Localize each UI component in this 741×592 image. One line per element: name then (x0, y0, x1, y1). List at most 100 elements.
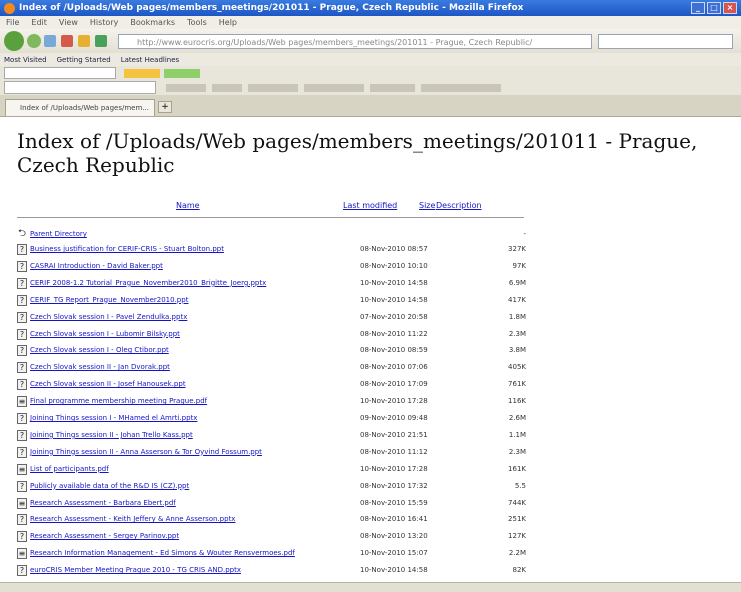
document-file-icon: ? (17, 514, 27, 526)
file-modified-date: 08-Nov-2010 11:22 (360, 329, 428, 338)
file-modified-date: 08-Nov-2010 17:09 (360, 380, 428, 389)
home-icon[interactable] (78, 35, 90, 47)
file-link[interactable]: Research Assessment - Barbara Ebert.pdf (30, 499, 176, 507)
minimize-button[interactable]: _ (691, 2, 705, 14)
file-link[interactable]: Publicly available data of the R&D IS (C… (30, 482, 189, 490)
document-file-icon: ? (17, 413, 27, 424)
firefox-icon (4, 2, 15, 14)
file-size: 1.1M (508, 430, 526, 439)
document-file-icon: ? (17, 429, 27, 441)
document-file-icon: ? (17, 294, 27, 306)
file-modified-date: 10-Nov-2010 14:58 (360, 566, 428, 575)
file-link[interactable]: Research Information Management - Ed Sim… (30, 549, 295, 557)
column-header-size[interactable]: Size (419, 201, 435, 210)
parent-directory-link[interactable]: Parent Directory (30, 230, 87, 238)
stop-icon[interactable] (61, 35, 73, 47)
bookmarks-toolbar: Most Visited Getting Started Latest Head… (0, 53, 741, 66)
file-link[interactable]: CASRAI Introduction - David Baker.ppt (30, 262, 163, 270)
file-link[interactable]: Research Assessment - Sergey Parinov.ppt (30, 532, 179, 540)
toolbar-item[interactable] (370, 83, 415, 92)
file-link[interactable]: Final programme membership meeting Pragu… (30, 397, 207, 405)
file-modified-date: 08-Nov-2010 11:12 (360, 447, 428, 456)
file-size: 2.3M (508, 447, 526, 456)
file-size: 97K (512, 261, 527, 270)
google-search-field[interactable] (4, 81, 156, 94)
document-file-icon: ? (17, 446, 27, 458)
file-modified-date: 08-Nov-2010 10:10 (360, 261, 428, 270)
window-titlebar: Index of /Uploads/Web pages/members_meet… (0, 0, 741, 16)
toolbar-item[interactable] (212, 83, 242, 92)
column-header-name[interactable]: Name (176, 201, 200, 210)
menu-history[interactable]: History (90, 18, 118, 27)
addon-toolbar (0, 66, 741, 80)
file-link[interactable]: CERIF 2008-1.2 Tutorial_Prague_November2… (30, 279, 266, 287)
toolbar-search-field[interactable] (4, 67, 116, 79)
page-content: Index of /Uploads/Web pages/members_meet… (0, 117, 741, 591)
file-size: 5.5 (514, 481, 526, 490)
menu-file[interactable]: File (6, 18, 19, 27)
file-size: 1.8M (508, 312, 526, 321)
document-file-icon: ? (17, 362, 27, 374)
file-link[interactable]: List of participants.pdf (30, 465, 109, 473)
document-file-icon: ? (17, 379, 27, 391)
pdf-file-icon: ≡ (17, 396, 27, 408)
file-size: 3.8M (508, 346, 526, 355)
close-button[interactable]: × (723, 2, 737, 14)
toolbar-item[interactable] (248, 83, 298, 92)
bookmark-getting-started[interactable]: Getting Started (57, 56, 111, 64)
file-link[interactable]: CERIF_TG Report_Prague_November2010.ppt (30, 296, 188, 304)
file-link[interactable]: Czech Slovak session I - Oleg Ctibor.ppt (30, 346, 169, 354)
toolbar-button-green[interactable] (164, 68, 200, 78)
file-link[interactable]: Joining Things session I - MHamed el Amr… (30, 414, 197, 422)
file-size: 6.9M (508, 278, 526, 287)
file-link[interactable]: Czech Slovak session II - Jan Dvorak.ppt (30, 363, 170, 371)
document-file-icon: ? (17, 480, 27, 492)
toolbar-button-highlight[interactable] (124, 68, 160, 78)
file-link[interactable]: Czech Slovak session II - Josef Hanousek… (30, 380, 186, 388)
file-link[interactable]: Czech Slovak session I - Lubomir Bilsky.… (30, 330, 180, 338)
column-header-last-modified[interactable]: Last modified (343, 201, 397, 210)
file-link[interactable]: Business justification for CERIF-CRIS - … (30, 245, 224, 253)
file-modified-date: 08-Nov-2010 21:51 (360, 430, 428, 439)
bookmark-most-visited[interactable]: Most Visited (4, 56, 47, 64)
document-file-icon: ? (17, 311, 27, 323)
menu-tools[interactable]: Tools (187, 18, 207, 27)
bookmark-latest-headlines[interactable]: Latest Headlines (121, 56, 179, 64)
menu-view[interactable]: View (59, 18, 78, 27)
forward-button[interactable] (27, 34, 41, 48)
address-bar[interactable]: http://www.eurocris.org/Uploads/Web page… (118, 33, 592, 49)
reload-icon[interactable] (44, 35, 56, 47)
tab-active[interactable]: Index of /Uploads/Web pages/mem... (5, 99, 155, 116)
maximize-button[interactable]: □ (707, 2, 721, 14)
file-link[interactable]: euroCRIS Member Meeting Prague 2010 - TG… (30, 566, 241, 574)
toolbar-item[interactable] (304, 83, 364, 92)
file-size: 405K (508, 363, 526, 372)
file-modified-date: 08-Nov-2010 08:59 (360, 346, 428, 355)
file-size: 2.3M (508, 329, 526, 338)
file-link[interactable]: Research Assessment - Keith Jeffery & An… (30, 515, 235, 523)
file-modified-date: 08-Nov-2010 13:20 (360, 532, 428, 541)
toolbar-item[interactable] (166, 83, 206, 92)
file-modified-date: 08-Nov-2010 08:57 (360, 245, 428, 253)
file-modified-date: 10-Nov-2010 15:07 (360, 549, 428, 558)
file-modified-date: 08-Nov-2010 16:41 (360, 515, 428, 524)
file-modified-date: 08-Nov-2010 07:06 (360, 363, 428, 372)
file-size: 82K (512, 566, 527, 575)
document-file-icon: ? (17, 345, 27, 357)
new-tab-button[interactable]: + (158, 101, 172, 113)
menu-help[interactable]: Help (219, 18, 237, 27)
column-header-description[interactable]: Description (436, 201, 482, 210)
menu-edit[interactable]: Edit (31, 18, 47, 27)
menu-bookmarks[interactable]: Bookmarks (130, 18, 175, 27)
document-file-icon: ? (17, 277, 27, 289)
file-modified-date: 08-Nov-2010 17:32 (360, 481, 428, 490)
bookmark-star-icon[interactable] (95, 35, 107, 47)
file-size: 251K (508, 515, 526, 524)
header-divider (17, 217, 524, 218)
search-box[interactable] (598, 33, 733, 49)
file-link[interactable]: Joining Things session II - Anna Asserso… (30, 448, 262, 456)
toolbar-item[interactable] (421, 83, 501, 92)
file-link[interactable]: Joining Things session II - Johan Trello… (30, 431, 193, 439)
back-button[interactable] (4, 31, 24, 51)
file-link[interactable]: Czech Slovak session I - Pavel Zendulka.… (30, 313, 187, 321)
